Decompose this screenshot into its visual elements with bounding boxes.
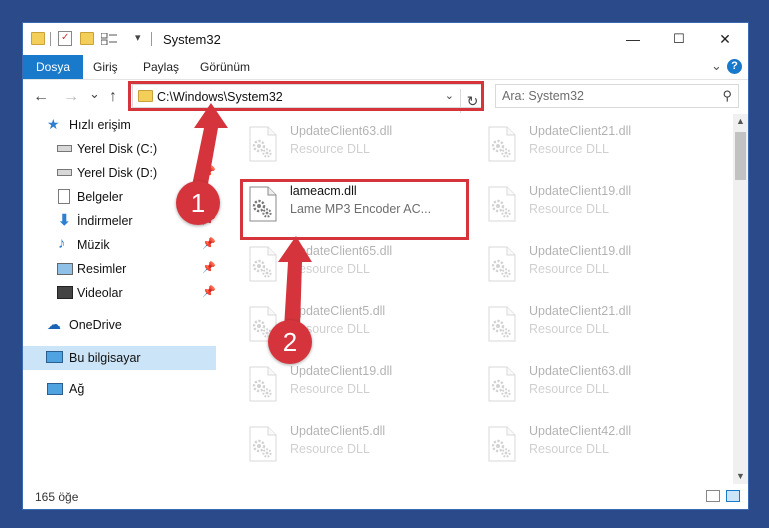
annotation-arrows (190, 103, 312, 328)
step-2-badge: 2 (268, 320, 312, 364)
step-1-badge: 1 (176, 181, 220, 225)
arrow-2 (278, 236, 312, 328)
